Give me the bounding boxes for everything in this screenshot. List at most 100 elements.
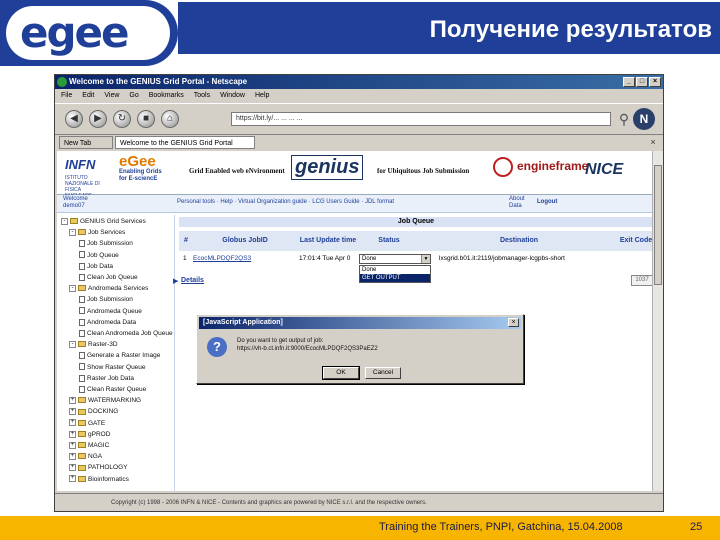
expand-icon[interactable]: +: [69, 430, 76, 438]
tree-item[interactable]: + GATE: [69, 419, 105, 429]
tree-item[interactable]: Job Queue: [79, 251, 119, 261]
last-update-time: 17:01:4 Tue Apr 0: [299, 255, 351, 262]
status-option-get-output[interactable]: GET OUTPUT: [360, 274, 430, 282]
infn-logo: INFN: [65, 157, 96, 172]
egee-portal-logo: eGee: [119, 153, 156, 170]
menu-go[interactable]: Go: [129, 89, 138, 102]
address-bar[interactable]: https://bit.ly/... ... ... ...: [231, 112, 611, 126]
dialog-message: Do you want to get output of job: https:…: [237, 337, 378, 353]
navigation-toolbar: ◀ ▶ ↻ ■ ⌂ https://bit.ly/... ... ... ...…: [55, 103, 663, 135]
tree-item[interactable]: Generate a Raster Image: [79, 351, 160, 361]
about-block[interactable]: About Data: [509, 196, 525, 210]
portal-nav-links[interactable]: Personal tools · Help · Virtual Organiza…: [177, 199, 394, 205]
status-bar: Copyright (c) 1998 - 2006 INFN & NICE - …: [55, 493, 663, 511]
scrollbar-thumb[interactable]: [654, 165, 662, 285]
expand-icon[interactable]: +: [69, 396, 76, 404]
folder-icon: [78, 419, 86, 426]
expand-icon[interactable]: +: [69, 441, 76, 449]
stop-icon[interactable]: ■: [137, 110, 155, 128]
dialog-close-icon[interactable]: ×: [508, 318, 519, 327]
expand-icon[interactable]: +: [69, 452, 76, 460]
tree-item-label: DOCKING: [88, 408, 119, 416]
tree-item[interactable]: Job Submission: [79, 295, 133, 305]
tree-item[interactable]: Andromeda Queue: [79, 307, 142, 317]
tree-item[interactable]: Clean Job Queue: [79, 273, 138, 283]
minimize-button[interactable]: _: [623, 77, 635, 87]
search-icon[interactable]: ⚲: [615, 110, 633, 128]
tree-item[interactable]: + PATHOLOGY: [69, 463, 128, 473]
header-band: Получение результатов: [178, 2, 720, 54]
folder-icon: [78, 464, 86, 471]
menu-window[interactable]: Window: [220, 89, 245, 102]
tree-item[interactable]: Job Submission: [79, 239, 133, 249]
tree-item[interactable]: Raster Job Data: [79, 374, 134, 384]
forward-icon[interactable]: ▶: [89, 110, 107, 128]
collapse-icon[interactable]: -: [61, 217, 68, 225]
collapse-icon[interactable]: -: [69, 340, 76, 348]
close-window-button[interactable]: ×: [649, 77, 661, 87]
expand-icon[interactable]: +: [69, 419, 76, 427]
tree-item-label: NGA: [88, 453, 103, 461]
back-icon[interactable]: ◀: [65, 110, 83, 128]
about-label[interactable]: About: [509, 196, 525, 203]
tree-item[interactable]: - Andromeda Services: [69, 284, 148, 294]
tree-item[interactable]: + Bioinformatics: [69, 475, 129, 485]
tree-item-label: Clean Raster Queue: [87, 386, 147, 393]
details-arrow-icon: ▶: [173, 278, 179, 285]
details-link[interactable]: Details: [181, 277, 204, 284]
close-tab-icon[interactable]: ×: [647, 136, 659, 148]
window-titlebar[interactable]: Welcome to the GENIUS Grid Portal - Nets…: [55, 75, 663, 89]
tree-item[interactable]: + DOCKING: [69, 407, 118, 417]
menu-bookmarks[interactable]: Bookmarks: [149, 89, 184, 102]
chevron-down-icon[interactable]: ▼: [421, 255, 430, 263]
slide-header: egee Получение результатов: [0, 0, 720, 68]
menu-view[interactable]: View: [104, 89, 119, 102]
expand-icon[interactable]: +: [69, 464, 76, 472]
collapse-icon[interactable]: -: [69, 228, 76, 236]
destination-value: lxsgrid.b01.it:2119/jobmanager-lcgpbs-sh…: [439, 255, 565, 262]
tree-item[interactable]: - Raster-3D: [69, 340, 118, 350]
ok-button[interactable]: OK: [322, 366, 360, 380]
menu-edit[interactable]: Edit: [82, 89, 94, 102]
home-icon[interactable]: ⌂: [161, 110, 179, 128]
menu-file[interactable]: File: [61, 89, 72, 102]
tree-item[interactable]: Clean Andromeda Job Queue: [79, 329, 173, 339]
tree-item[interactable]: Andromeda Data: [79, 318, 136, 328]
cancel-button[interactable]: Cancel: [365, 367, 401, 379]
document-icon: [79, 374, 85, 382]
logout-link[interactable]: Logout: [537, 199, 557, 205]
tree-item[interactable]: Show Raster Queue: [79, 363, 146, 373]
status-dropdown[interactable]: Done ▼: [359, 254, 431, 264]
tree-item[interactable]: - GENIUS Grid Services: [61, 217, 146, 227]
tab-new[interactable]: New Tab: [59, 136, 113, 149]
job-id-link[interactable]: EcocMLPDQF2QS3: [193, 253, 297, 265]
document-icon: [79, 385, 85, 393]
tree-item[interactable]: Clean Raster Queue: [79, 385, 146, 395]
reload-icon[interactable]: ↻: [113, 110, 131, 128]
folder-icon: [78, 397, 86, 404]
vertical-scrollbar[interactable]: [652, 151, 663, 491]
data-label[interactable]: Data: [509, 203, 525, 210]
menu-tools[interactable]: Tools: [194, 89, 210, 102]
tree-item[interactable]: + NGA: [69, 452, 102, 462]
col-last-update: Last Update time: [299, 237, 357, 244]
menu-help[interactable]: Help: [255, 89, 269, 102]
tree-item[interactable]: Job Data: [79, 262, 113, 272]
tree-item[interactable]: + gPROD: [69, 430, 110, 440]
expand-icon[interactable]: +: [69, 408, 76, 416]
collapse-icon[interactable]: -: [69, 284, 76, 292]
maximize-button[interactable]: □: [636, 77, 648, 87]
tree-item-label: Clean Job Queue: [87, 274, 138, 281]
table-header: # Globus JobID Last Update time Status D…: [179, 231, 653, 251]
tree-item[interactable]: + MAGIC: [69, 441, 109, 451]
col-exit-code: Exit Code: [619, 237, 653, 244]
tree-item[interactable]: - Job Services: [69, 228, 125, 238]
dialog-title[interactable]: [JavaScript Application]: [199, 317, 521, 329]
status-option-done[interactable]: Done: [360, 266, 430, 274]
tree-item[interactable]: + WATERMARKING: [69, 396, 141, 406]
document-icon: [79, 329, 85, 337]
tree-item-label: Bioinformatics: [88, 475, 129, 483]
tab-genius-portal[interactable]: Welcome to the GENIUS Grid Portal: [115, 136, 255, 149]
expand-icon[interactable]: +: [69, 475, 76, 483]
welcome-label: Welcome: [63, 196, 88, 202]
